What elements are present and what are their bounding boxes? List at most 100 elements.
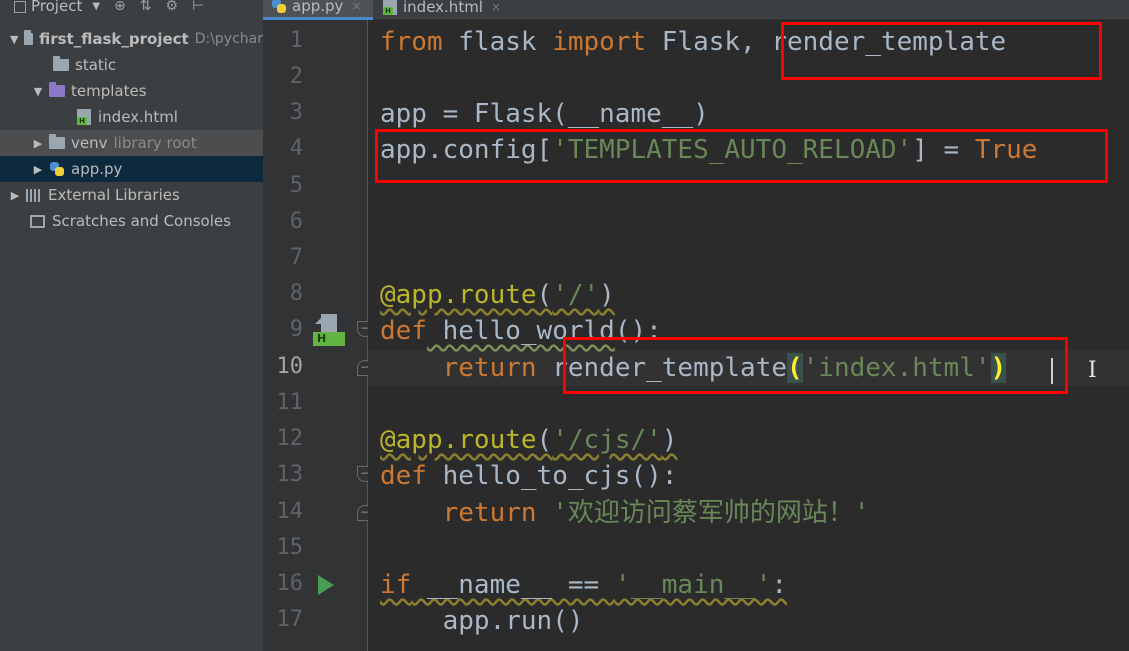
keyword: def [380,316,427,346]
project-view-selector[interactable]: Project [31,0,82,15]
tab-index-html[interactable]: index.html × [375,0,515,20]
tree-item-label: index.html [98,108,178,126]
decorator: @app.route [380,280,537,310]
code-line-3[interactable]: app = Flask(__name__) [380,96,709,132]
project-root-name: first_flask_project [39,30,189,48]
code-text: ( [536,280,553,310]
line-number: 11 [276,390,304,415]
editor-tab-bar: app.py × index.html × [263,0,1129,20]
gear-icon[interactable]: ⚙ [166,0,179,14]
collapse-arrow-icon[interactable]: ▶ [33,137,43,150]
code-line-14[interactable]: return '欢迎访问蔡军帅的网站！' [380,495,870,531]
ibeam-cursor-icon: I [1088,358,1097,383]
tree-item-label: app.py [71,160,123,178]
code-line-16[interactable]: if __name__ == '__main__': [380,567,787,603]
collapse-icon[interactable]: ⇅ [140,0,152,14]
expand-arrow-icon[interactable]: ▼ [33,85,43,98]
tree-item-app-py[interactable]: ▶ app.py [0,156,263,182]
line-number: 6 [289,209,303,234]
code-line-17[interactable]: app.run() [380,603,584,639]
tab-app-py[interactable]: app.py × [263,0,373,20]
line-number: 16 [276,571,304,596]
tree-item-scratches[interactable]: Scratches and Consoles [0,208,263,234]
keyword: from [380,27,443,57]
line-number: 12 [276,426,304,451]
project-icon [14,1,26,13]
folder-icon [49,134,65,149]
decorator: @app.route [380,425,537,455]
chevron-down-icon[interactable]: ▼ [92,1,100,12]
line-number: 14 [276,499,304,524]
tree-item-label: venv [71,134,108,152]
code-text: ] = [912,135,975,165]
code-line-10[interactable]: return render_template('index.html') [380,350,1007,386]
folder-icon [53,56,69,71]
text-caret [1051,358,1053,384]
keyword: return [442,353,537,383]
collapse-arrow-icon[interactable]: ▶ [33,163,43,176]
python-file-icon [271,0,287,14]
keyword: True [974,135,1038,165]
line-number: 13 [276,462,304,487]
keyword: import [552,27,647,57]
string-literal: 'index.html' [802,353,991,383]
target-icon[interactable]: ⊕ [114,0,126,14]
keyword: if [380,570,412,600]
line-number: 7 [289,245,303,270]
line-number: 15 [276,535,304,560]
library-root-hint: library root [113,134,197,152]
project-panel: Project ▼ ⊕ ⇅ ⚙ ⊢ ▼ first_flask_project … [0,0,263,651]
tab-label: index.html [403,0,483,16]
tree-item-venv[interactable]: ▶ venv library root [0,130,263,156]
close-icon[interactable]: × [351,0,361,13]
function-call: render_template [536,353,787,383]
code-line-13[interactable]: def hello_to_cjs(): [380,458,677,494]
project-root-path: D:\pychar [194,31,263,47]
function-name: hello_to_cjs [426,461,631,491]
project-toolbar: Project ▼ ⊕ ⇅ ⚙ ⊢ [0,0,263,18]
code-text: ) [599,280,615,310]
line-number: 4 [289,136,303,161]
line-number: 5 [289,173,303,198]
code-editor[interactable]: from flask import Flask, render_template… [368,20,1129,651]
libraries-icon [26,188,42,202]
code-line-12[interactable]: @app.route('/cjs/') [380,422,677,458]
code-text: __name__ == [411,570,615,600]
collapse-arrow-icon[interactable]: ▶ [10,189,20,202]
tree-item-index-html[interactable]: index.html [0,104,263,130]
line-number: 9 [289,317,303,342]
tab-label: app.py [292,0,344,15]
pin-icon[interactable]: ⊢ [192,0,204,14]
tree-item-external-libraries[interactable]: ▶ External Libraries [0,182,263,208]
close-icon[interactable]: × [491,0,501,14]
code-text: (): [614,316,662,346]
string-literal: '欢迎访问蔡军帅的网站！' [536,498,870,528]
tree-item-static[interactable]: static [0,52,263,78]
code-line-4[interactable]: app.config['TEMPLATES_AUTO_RELOAD'] = Tr… [380,132,1037,168]
related-template-icon[interactable]: H [313,314,345,348]
html-badge: H [313,332,345,346]
tree-item-label: External Libraries [48,186,180,204]
keyword: return [442,498,537,528]
keyword: def [380,461,427,491]
code-line-1[interactable]: from flask import Flask, render_template [380,24,1006,60]
code-text: ) [661,425,678,455]
tree-item-templates[interactable]: ▼ templates [0,78,263,104]
line-number: 8 [289,281,303,306]
code-line-8[interactable]: @app.route('/') [380,277,615,313]
string-literal: '/' [552,280,600,310]
string-literal: '__main__' [614,570,772,600]
function-name: hello_world [426,316,615,346]
code-text: app.config[ [380,135,553,165]
expand-arrow-icon[interactable]: ▼ [10,33,18,46]
code-text: : [771,570,788,600]
template-page-icon [315,314,337,334]
run-icon[interactable] [318,575,334,595]
code-line-9[interactable]: def hello_world(): [380,313,662,349]
module-name: flask [442,27,553,57]
folder-icon [24,30,34,45]
tree-item-root[interactable]: ▼ first_flask_project D:\pychar [0,26,263,52]
code-text: app.run() [442,606,584,636]
